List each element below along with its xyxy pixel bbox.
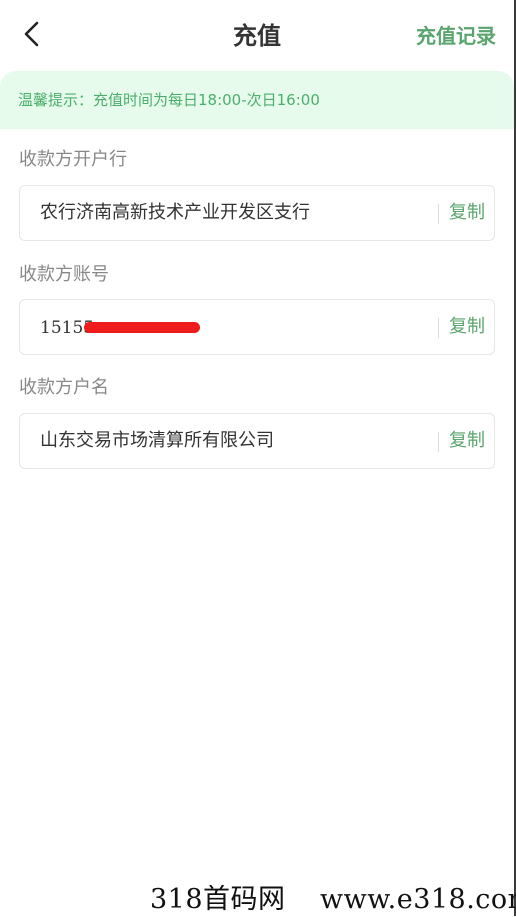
divider — [438, 318, 439, 338]
watermark-left: 318首码网 — [150, 884, 286, 915]
notice-banner: 温馨提示：充值时间为每日18:00-次日16:00 — [0, 71, 514, 129]
watermark-right: www.e318.com — [320, 884, 516, 915]
copy-account-name-button[interactable]: 复制 — [449, 428, 485, 454]
app-header: 充值 充值记录 — [0, 0, 514, 70]
account-name-value: 山东交易市场清算所有限公司 — [40, 430, 274, 451]
redaction-mark — [84, 322, 200, 333]
account-name-field: 山东交易市场清算所有限公司 复制 — [19, 413, 495, 469]
account-field: 15155 复制 — [19, 299, 495, 355]
bank-label: 收款方开户行 — [19, 149, 127, 170]
account-name-label: 收款方户名 — [19, 377, 109, 398]
watermark: 318首码网 www.e318.com — [150, 883, 516, 917]
account-label: 收款方账号 — [19, 264, 109, 285]
copy-account-button[interactable]: 复制 — [449, 314, 485, 340]
recharge-record-link[interactable]: 充值记录 — [416, 22, 496, 50]
divider — [438, 204, 439, 224]
divider — [438, 432, 439, 452]
bank-field: 农行济南高新技术产业开发区支行 复制 — [19, 185, 495, 241]
notice-text: 温馨提示：充值时间为每日18:00-次日16:00 — [18, 91, 320, 109]
copy-bank-button[interactable]: 复制 — [449, 200, 485, 226]
bank-value: 农行济南高新技术产业开发区支行 — [40, 202, 310, 223]
